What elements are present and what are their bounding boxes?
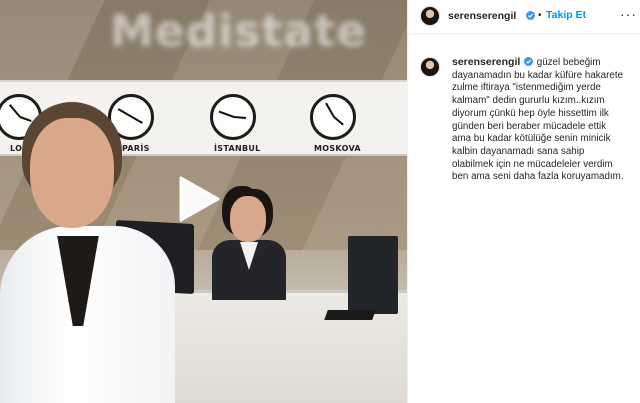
receptionist-head: [230, 196, 266, 242]
doctor-face: [30, 118, 114, 228]
verified-badge-icon: [526, 11, 535, 20]
caption-line: kalbin dayanamadı sana sahip: [452, 145, 585, 157]
verified-badge-icon: [524, 57, 534, 66]
follow-button[interactable]: Takip Et: [546, 9, 586, 21]
caption-line: kalmam" dedin gururlu kızım..kızım: [452, 95, 605, 107]
caption-line: günden beri beraber mücadele ettik: [452, 120, 607, 132]
play-icon[interactable]: [177, 175, 221, 223]
clock-label: LO: [10, 144, 23, 153]
more-options-icon[interactable]: ···: [620, 7, 637, 21]
avatar[interactable]: [420, 57, 440, 77]
post-video[interactable]: Medistate LO PARİS İSTANBUL MOSKOVA: [0, 0, 407, 403]
clock-icon: [310, 94, 356, 140]
caption-username[interactable]: serenserengil: [452, 56, 520, 68]
keyboard: [324, 310, 376, 320]
clock-icon: [210, 94, 256, 140]
clock-label: PARİS: [122, 144, 150, 153]
post-username[interactable]: serenserengil: [448, 10, 516, 22]
caption-line: ben ama seni daha fazla koruyamadım.: [452, 171, 624, 183]
caption-line: olabilmek için ne mücadeleler verdim: [452, 158, 613, 170]
blurred-logo: Medistate: [110, 6, 367, 57]
caption-line: ama bu kadar kötülüğe senin minicik: [452, 133, 611, 145]
post-header: serenserengil • Takip Et ···: [408, 0, 640, 34]
separator-dot: •: [538, 10, 542, 21]
avatar[interactable]: [420, 6, 440, 26]
clock-label: MOSKOVA: [314, 144, 361, 153]
caption-line: güzel bebeğim: [536, 57, 601, 68]
clock-label: İSTANBUL: [214, 144, 261, 153]
post-side-panel: serenserengil • Takip Et ··· serensereng…: [407, 0, 640, 403]
caption-line: diyorum çünkü hep öyle hissettim ilk: [452, 107, 609, 119]
caption-line: dayanamadın bu kadar küfüre hakarete: [452, 69, 624, 81]
computer-monitor: [348, 236, 398, 314]
caption-line: zulme iftiraya "istenmediğim yerde: [452, 82, 601, 94]
caption-text: serenserengil güzel bebeğim dayanamadın …: [452, 56, 638, 184]
